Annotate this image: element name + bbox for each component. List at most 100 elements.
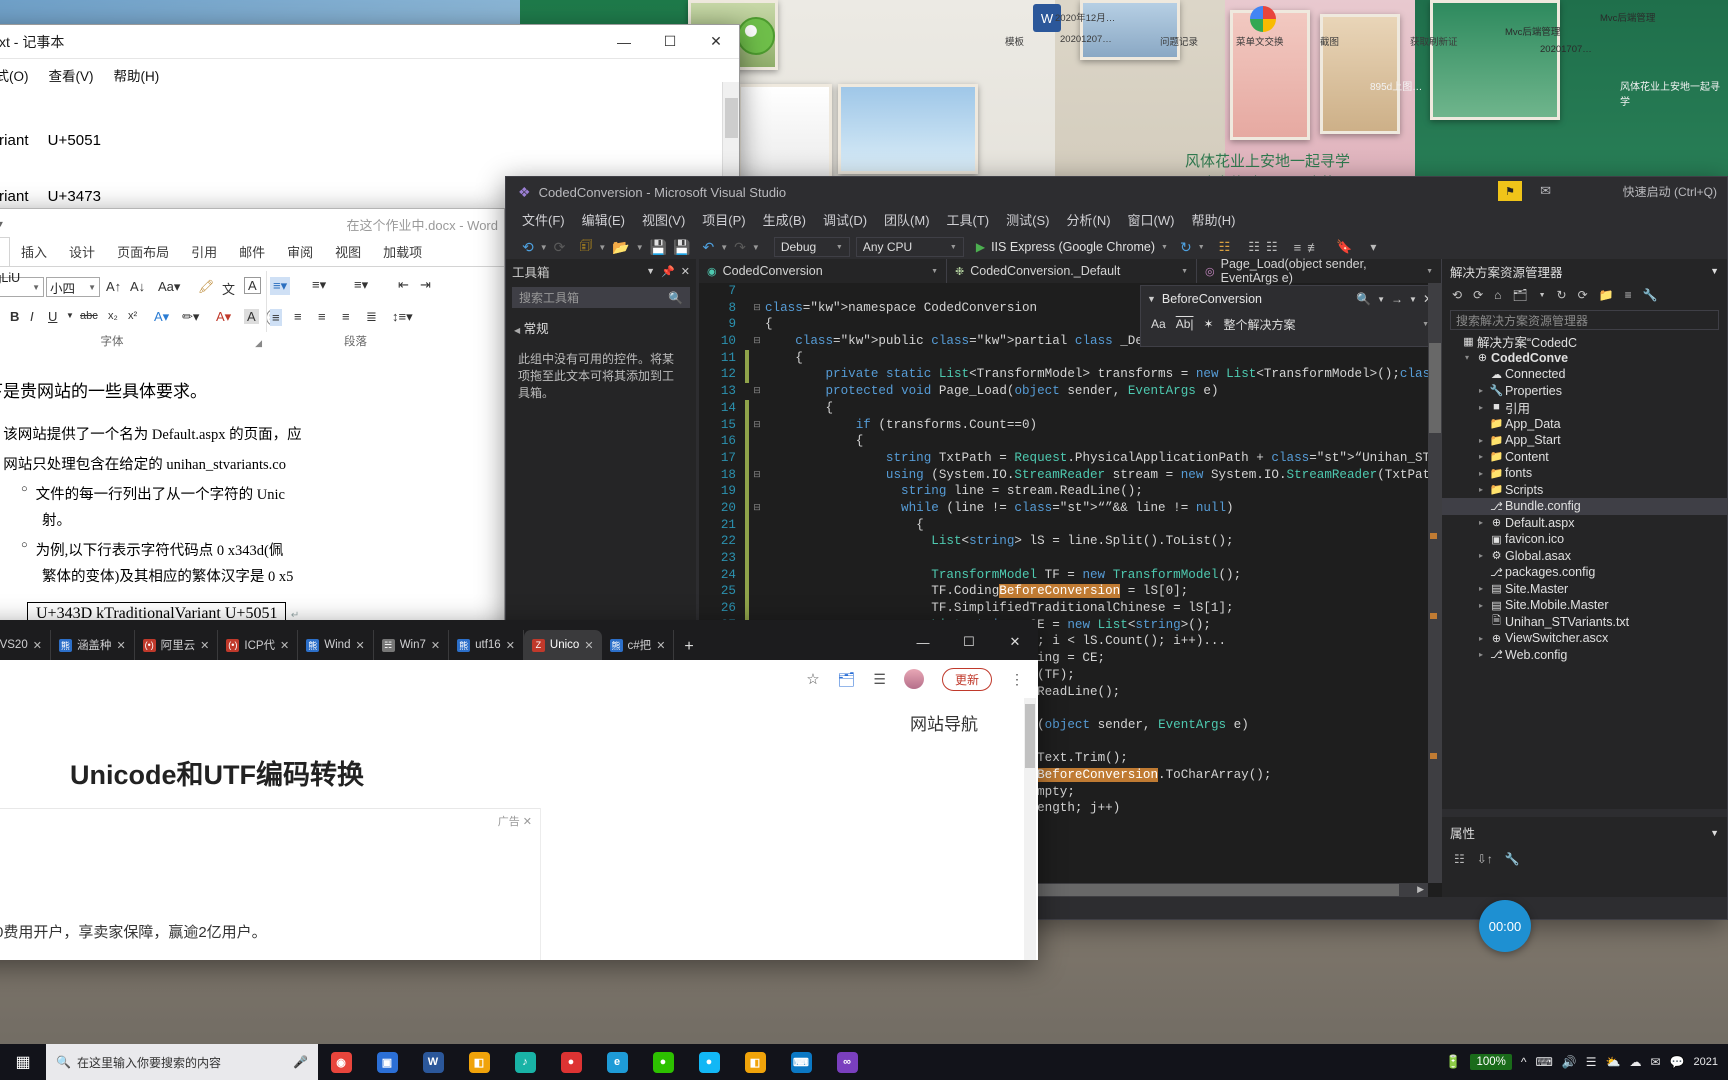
expand-arrow-icon[interactable]: ▾	[1460, 353, 1474, 362]
solution-explorer-item[interactable]: ▸ ⚙ Global.asax	[1442, 548, 1727, 565]
mail-icon[interactable]: ✉	[1651, 1055, 1661, 1069]
expand-arrow-icon[interactable]: ◀	[514, 326, 520, 335]
pending-changes-icon[interactable]: 🗂	[1512, 288, 1527, 302]
expand-arrow-icon[interactable]: ▸	[1474, 634, 1488, 643]
vs-menu-file[interactable]: 文件(F)	[522, 210, 565, 229]
expand-arrow-icon[interactable]: ▸	[1474, 551, 1488, 560]
superscript-button[interactable]: x²	[128, 310, 137, 322]
code-line[interactable]: 22 List<string> lS = line.Split().ToList…	[699, 533, 1442, 550]
character-border-icon[interactable]: A	[244, 277, 261, 294]
close-button[interactable]: ✕	[992, 624, 1038, 660]
run-play-icon[interactable]: ▶	[976, 240, 985, 254]
chevron-down-icon[interactable]: ▼	[66, 311, 74, 320]
minimize-button[interactable]: —	[900, 624, 946, 660]
translate-icon[interactable]: 🗂	[838, 671, 856, 688]
ribbon-tab-mailings[interactable]: 邮件	[228, 238, 276, 266]
ribbon-tab-home[interactable]: 开始	[0, 237, 11, 266]
taskbar-qq-icon[interactable]: ●	[686, 1044, 732, 1080]
quick-launch-box[interactable]: 快速启动 (Ctrl+Q)	[1623, 183, 1717, 200]
battery-icon[interactable]: 🔋	[1445, 1054, 1461, 1070]
fold-toggle-icon[interactable]	[749, 450, 765, 467]
clear-format-icon[interactable]: 🖍	[198, 279, 215, 295]
maximize-button[interactable]: ☐	[647, 25, 693, 59]
taskbar-explorer-icon[interactable]: ◧	[456, 1044, 502, 1080]
new-project-icon[interactable]: 🗊	[579, 235, 592, 259]
chevron-down-icon[interactable]: ▼	[1377, 295, 1385, 304]
close-icon[interactable]: ✕	[681, 265, 690, 278]
code-line[interactable]: 15 ⊟ if (transforms.Count==0)	[699, 416, 1442, 434]
vs-menu-team[interactable]: 团队(M)	[884, 210, 930, 229]
chevron-down-icon[interactable]: ▼	[836, 244, 843, 251]
expand-arrow-icon[interactable]: ▸	[1474, 469, 1488, 478]
code-line[interactable]: 23	[699, 550, 1442, 567]
chevron-down-icon[interactable]: ▼	[646, 266, 655, 276]
numbered-list-icon[interactable]: ≡▾	[312, 277, 326, 293]
browser-tab-7[interactable]: 熊 utf16 ✕	[449, 630, 524, 660]
solution-explorer-panel[interactable]: 解决方案资源管理器 ▼ ⟲ ⟳ ⌂ 🗂 ▼ ↻ ⟳ 📁 ≡ 🔧 搜索解决方案资源…	[1442, 259, 1727, 809]
highlight-color-icon[interactable]: ✏▾	[182, 309, 199, 325]
close-icon[interactable]: ✕	[116, 639, 125, 652]
taskbar-store-icon[interactable]: ▣	[364, 1044, 410, 1080]
collapse-all-icon[interactable]: ≡	[1625, 288, 1632, 302]
cloud-icon[interactable]: ☁	[1630, 1055, 1642, 1069]
ribbon-tab-insert[interactable]: 插入	[10, 238, 58, 266]
shading-icon[interactable]: A	[244, 309, 259, 324]
chevron-down-icon[interactable]: ▼	[598, 243, 606, 252]
sync-icon[interactable]: ↻	[1557, 288, 1567, 302]
close-button[interactable]: ✕	[693, 25, 739, 59]
properties-panel[interactable]: 属性 ▼ ☷ ⇩↑ 🔧	[1442, 819, 1727, 897]
bullet-list-icon[interactable]: ≡▾	[270, 277, 291, 295]
taskbar-clock[interactable]: 2021	[1694, 1056, 1722, 1069]
chevron-down-icon[interactable]: ▼	[1198, 244, 1205, 251]
vs-toolbar[interactable]: ⟲ ▼ ⟳ 🗊 ▼ 📂 ▼ 💾 💾 ↶ ▼ ↷ ▼ Debug ▼ Any CP…	[506, 232, 1727, 262]
strikethrough-button[interactable]: abc	[80, 310, 98, 322]
expand-arrow-icon[interactable]: ▸	[1474, 485, 1488, 494]
nav-project-dropdown[interactable]: ◉ CodedConversion ▼	[699, 259, 947, 283]
increase-indent-icon[interactable]: ⇥	[420, 277, 431, 293]
scrollbar-thumb[interactable]	[1429, 343, 1441, 433]
menu-help[interactable]: 帮助(H)	[114, 65, 160, 85]
reading-list-icon[interactable]: ☰	[873, 671, 886, 688]
close-icon[interactable]: ✕	[584, 639, 593, 652]
nav-class-dropdown[interactable]: ❉ CodedConversion._Default ▼	[947, 259, 1197, 283]
fold-toggle-icon[interactable]	[749, 350, 765, 367]
comment-icon[interactable]: ☷	[1248, 239, 1260, 255]
vs-menu-project[interactable]: 项目(P)	[702, 210, 745, 229]
show-hidden-icons-icon[interactable]: ^	[1521, 1055, 1527, 1069]
code-line[interactable]: 18 ⊟ using (System.IO.StreamReader stream…	[699, 466, 1442, 484]
fold-toggle-icon[interactable]	[749, 400, 765, 417]
fold-toggle-icon[interactable]	[749, 316, 765, 333]
notepad-menubar[interactable]: 编辑(E) 格式(O) 查看(V) 帮助(H)	[0, 59, 739, 89]
taskbar-edge-icon[interactable]: e	[594, 1044, 640, 1080]
browser-tab-6[interactable]: ☵ Win7 ✕	[374, 630, 450, 660]
justify-icon[interactable]: ≡	[342, 309, 350, 324]
fold-toggle-icon[interactable]	[749, 600, 765, 617]
vs-menubar[interactable]: 文件(F) 编辑(E) 视图(V) 项目(P) 生成(B) 调试(D) 团队(M…	[506, 207, 1727, 232]
find-next-icon[interactable]: →	[1391, 292, 1403, 306]
vs-menu-help[interactable]: 帮助(H)	[1191, 210, 1235, 229]
customize-qat-icon[interactable]: ▾	[0, 219, 3, 230]
bookmark-star-icon[interactable]: ☆	[806, 670, 819, 688]
close-icon[interactable]: ✕	[33, 639, 42, 652]
grow-font-icon[interactable]: A↑	[106, 279, 121, 294]
vs-menu-tools[interactable]: 工具(T)	[947, 210, 990, 229]
chevron-down-icon[interactable]: ▼	[1710, 828, 1719, 838]
new-tab-button[interactable]: +	[674, 638, 703, 660]
browser-tab-4[interactable]: (•) ICP代 ✕	[218, 630, 299, 660]
browser-tab-8-active[interactable]: Z Unico ✕	[523, 630, 602, 660]
line-spacing-icon[interactable]: ↕≡▾	[392, 309, 413, 325]
build-config-dropdown[interactable]: Debug ▼	[773, 237, 850, 257]
solution-explorer-item[interactable]: ☁ Connected	[1442, 366, 1727, 383]
bold-button[interactable]: B	[10, 309, 19, 324]
bookmark-icon[interactable]: 🔖	[1336, 239, 1352, 255]
editor-vertical-scrollbar[interactable]	[1428, 283, 1442, 883]
notepad-titlebar[interactable]: STVariants.txt - 记事本 — ☐ ✕	[0, 25, 739, 59]
code-line[interactable]: 19 string line = stream.ReadLine();	[699, 483, 1442, 500]
solution-explorer-item[interactable]: ▸ 📁 App_Start	[1442, 432, 1727, 449]
underline-button[interactable]: U	[48, 309, 57, 324]
solution-explorer-item[interactable]: ▸ ⎇ Web.config	[1442, 647, 1727, 664]
solution-explorer-item[interactable]: ▸ ⊕ ViewSwitcher.ascx	[1442, 630, 1727, 647]
start-button[interactable]: ▦	[0, 1044, 46, 1080]
fold-toggle-icon[interactable]: ⊟	[749, 333, 765, 350]
update-button[interactable]: 更新	[941, 667, 992, 691]
